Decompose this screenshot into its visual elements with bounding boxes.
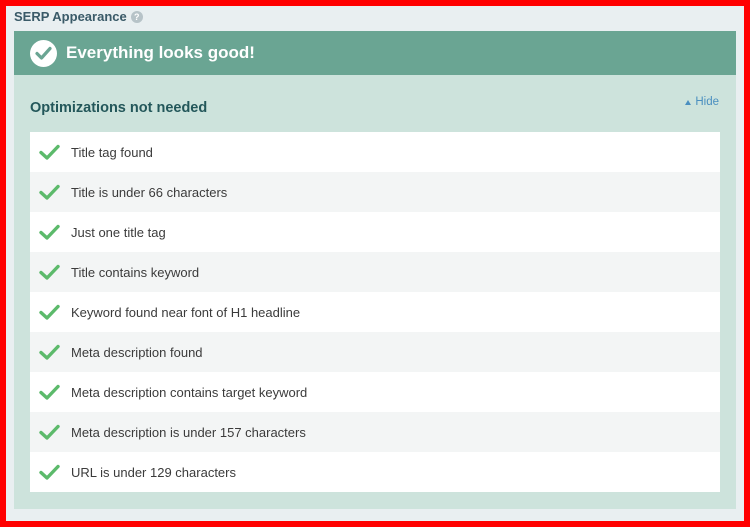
check-icon xyxy=(39,264,60,280)
check-icon xyxy=(39,144,60,160)
caret-up-icon xyxy=(685,99,692,105)
list-item: Meta description is under 157 characters xyxy=(30,412,720,452)
list-item: Meta description found xyxy=(30,332,720,372)
hide-link-label: Hide xyxy=(695,96,719,108)
list-item: Title tag found xyxy=(30,132,720,172)
list-item-label: Meta description found xyxy=(71,344,203,360)
optimizations-list: Title tag found Title is under 66 charact… xyxy=(30,132,720,492)
list-item: Meta description contains target keyword xyxy=(30,372,720,412)
list-item-label: Meta description contains target keyword xyxy=(71,384,308,400)
list-item-label: Title tag found xyxy=(71,144,153,160)
section-title: SERP Appearance ? xyxy=(14,9,143,24)
hide-link[interactable]: Hide xyxy=(685,96,719,108)
check-icon xyxy=(39,304,60,320)
check-circle-icon xyxy=(30,39,57,67)
section-title-text: SERP Appearance xyxy=(14,9,127,24)
list-item: Just one title tag xyxy=(30,212,720,252)
list-item-label: Meta description is under 157 characters xyxy=(71,424,306,440)
list-item: Title is under 66 characters xyxy=(30,172,720,212)
subsection-title: Optimizations not needed xyxy=(30,100,208,116)
list-item-label: Title is under 66 characters xyxy=(71,184,228,200)
check-icon xyxy=(39,384,60,400)
list-item-label: Keyword found near font of H1 headline xyxy=(71,304,301,320)
seo-widget-frame: SERP Appearance ? Everything looks good!… xyxy=(6,6,744,521)
help-icon[interactable]: ? xyxy=(130,10,143,23)
list-item: Keyword found near font of H1 headline xyxy=(30,292,720,332)
results-panel: Everything looks good! Optimizations not… xyxy=(14,31,736,509)
banner-text: Everything looks good! xyxy=(66,43,255,62)
check-icon xyxy=(39,424,60,440)
check-icon xyxy=(39,224,60,240)
success-banner: Everything looks good! xyxy=(14,31,736,75)
list-item: URL is under 129 characters xyxy=(30,452,720,492)
check-icon xyxy=(39,464,60,480)
list-item-label: Just one title tag xyxy=(71,224,166,240)
list-item-label: Title contains keyword xyxy=(71,264,200,280)
list-item: Title contains keyword xyxy=(30,252,720,292)
check-icon xyxy=(39,184,60,200)
check-icon xyxy=(39,344,60,360)
list-item-label: URL is under 129 characters xyxy=(71,464,236,480)
